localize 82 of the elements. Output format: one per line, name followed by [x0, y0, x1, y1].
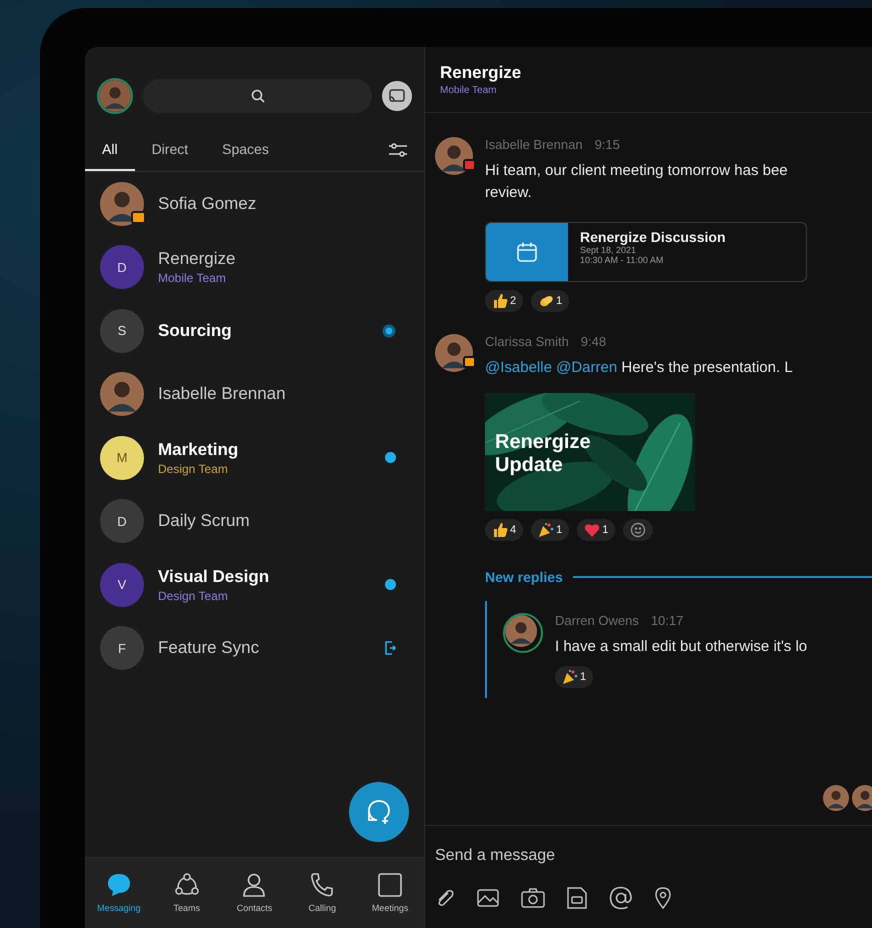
nav-tab[interactable]: Meetings	[356, 858, 424, 928]
profile-avatar	[99, 80, 131, 112]
sender-avatar	[505, 615, 537, 647]
team-name: Design Team	[158, 462, 229, 476]
conversation-name[interactable]: Marketing	[158, 440, 371, 460]
new-chat-icon	[366, 799, 392, 825]
message-text: I have a small edit but otherwise it's lo	[555, 637, 808, 657]
nav-tab[interactable]: Messaging	[85, 858, 153, 928]
meeting-card[interactable]: Renergize Discussion Sept 18, 2021 10:30 AM - 11:00 AM	[485, 222, 807, 282]
conversation-name[interactable]: Sourcing	[158, 320, 368, 341]
at-sign-icon[interactable]	[609, 886, 633, 910]
thumbs-up-icon	[492, 293, 508, 309]
space-title: Renergize	[440, 63, 522, 83]
sender-avatar	[435, 137, 473, 175]
chat-bubble-icon	[106, 873, 132, 897]
sender-name: Isabelle Brennan	[485, 137, 583, 152]
message-text: Hi team, our client meeting tomorrow has bee	[485, 161, 789, 181]
filter-icon[interactable]	[388, 142, 408, 158]
smiley-icon	[630, 522, 646, 538]
message-time: 9:15	[594, 137, 620, 152]
read-receipt-avatar	[852, 785, 872, 811]
avatar: V	[100, 562, 144, 607]
avatar	[100, 182, 144, 226]
gif-icon[interactable]	[567, 887, 587, 909]
image-icon[interactable]	[477, 889, 499, 907]
new-replies-label: New replies	[485, 569, 563, 585]
avatar: D	[100, 245, 144, 290]
message-time: 10:17	[650, 613, 684, 628]
reaction-chip[interactable]: 4	[485, 519, 524, 541]
avatar	[100, 372, 144, 416]
mention-link[interactable]: @Darren	[556, 359, 618, 376]
meeting-date: Sept 18, 2021	[580, 245, 638, 255]
party-popper-icon	[562, 669, 578, 685]
mention-link[interactable]: @Isabelle	[485, 359, 552, 376]
reaction-chip[interactable]: 2	[485, 290, 524, 312]
team-name: Design Team	[158, 588, 229, 603]
party-popper-icon	[538, 522, 554, 538]
avatar: F	[100, 626, 144, 670]
conversation-name[interactable]: Isabelle Brennan	[158, 384, 396, 404]
avatar: S	[100, 308, 144, 353]
location-pin-icon[interactable]	[655, 887, 671, 909]
camera-icon[interactable]	[521, 888, 545, 908]
message-time: 9:48	[580, 334, 606, 349]
slide-title: Renergize Update	[495, 431, 592, 477]
filter-tab[interactable]: Direct	[134, 129, 206, 171]
phone-icon	[309, 873, 336, 897]
conversation-name[interactable]: Feature Sync	[158, 638, 370, 658]
heart-icon	[584, 522, 600, 538]
team-name: Mobile Team	[158, 271, 227, 286]
avatar: M	[100, 436, 144, 480]
filter-tab[interactable]: Spaces	[205, 129, 286, 171]
avatar: D	[100, 499, 144, 544]
reaction-chip[interactable]: 1	[577, 519, 616, 541]
nav-tab[interactable]: Teams	[152, 858, 221, 928]
message-text: review.	[485, 183, 533, 203]
sender-avatar	[435, 334, 473, 372]
screen-share-button[interactable]	[382, 81, 412, 111]
conversation-name[interactable]: Sofia Gomez	[158, 194, 396, 214]
nav-tab[interactable]: Contacts	[220, 858, 288, 928]
sender-name: Darren Owens	[555, 613, 639, 628]
meeting-title: Renergize Discussion	[580, 229, 726, 245]
conversation-name[interactable]: Daily Scrum	[158, 511, 396, 532]
filter-tab[interactable]: All	[85, 129, 135, 171]
search-icon	[250, 89, 264, 103]
message-input[interactable]: Send a message	[435, 826, 735, 886]
reaction-chip[interactable]: 1	[555, 666, 594, 688]
message-text: @Isabelle @Darren Here's the presentation. L	[485, 358, 793, 378]
person-icon	[241, 873, 268, 897]
conversation-name[interactable]: Visual Design	[158, 566, 371, 587]
read-receipt-avatar	[823, 785, 849, 811]
meeting-time: 10:30 AM - 11:00 AM	[580, 255, 664, 265]
thumbs-up-icon	[492, 522, 508, 538]
teams-icon	[174, 873, 200, 897]
search-field[interactable]	[143, 79, 372, 113]
team-name: Mobile Team	[440, 85, 498, 96]
screen-icon	[389, 89, 405, 103]
add-reaction-button[interactable]	[623, 519, 654, 541]
reaction-chip[interactable]: 1	[531, 290, 570, 312]
nav-tab[interactable]: Calling	[288, 858, 356, 928]
reaction-chip[interactable]: 1	[531, 519, 570, 541]
conversation-name[interactable]: Renergize	[158, 249, 396, 270]
sender-name: Clarissa Smith	[485, 334, 569, 349]
